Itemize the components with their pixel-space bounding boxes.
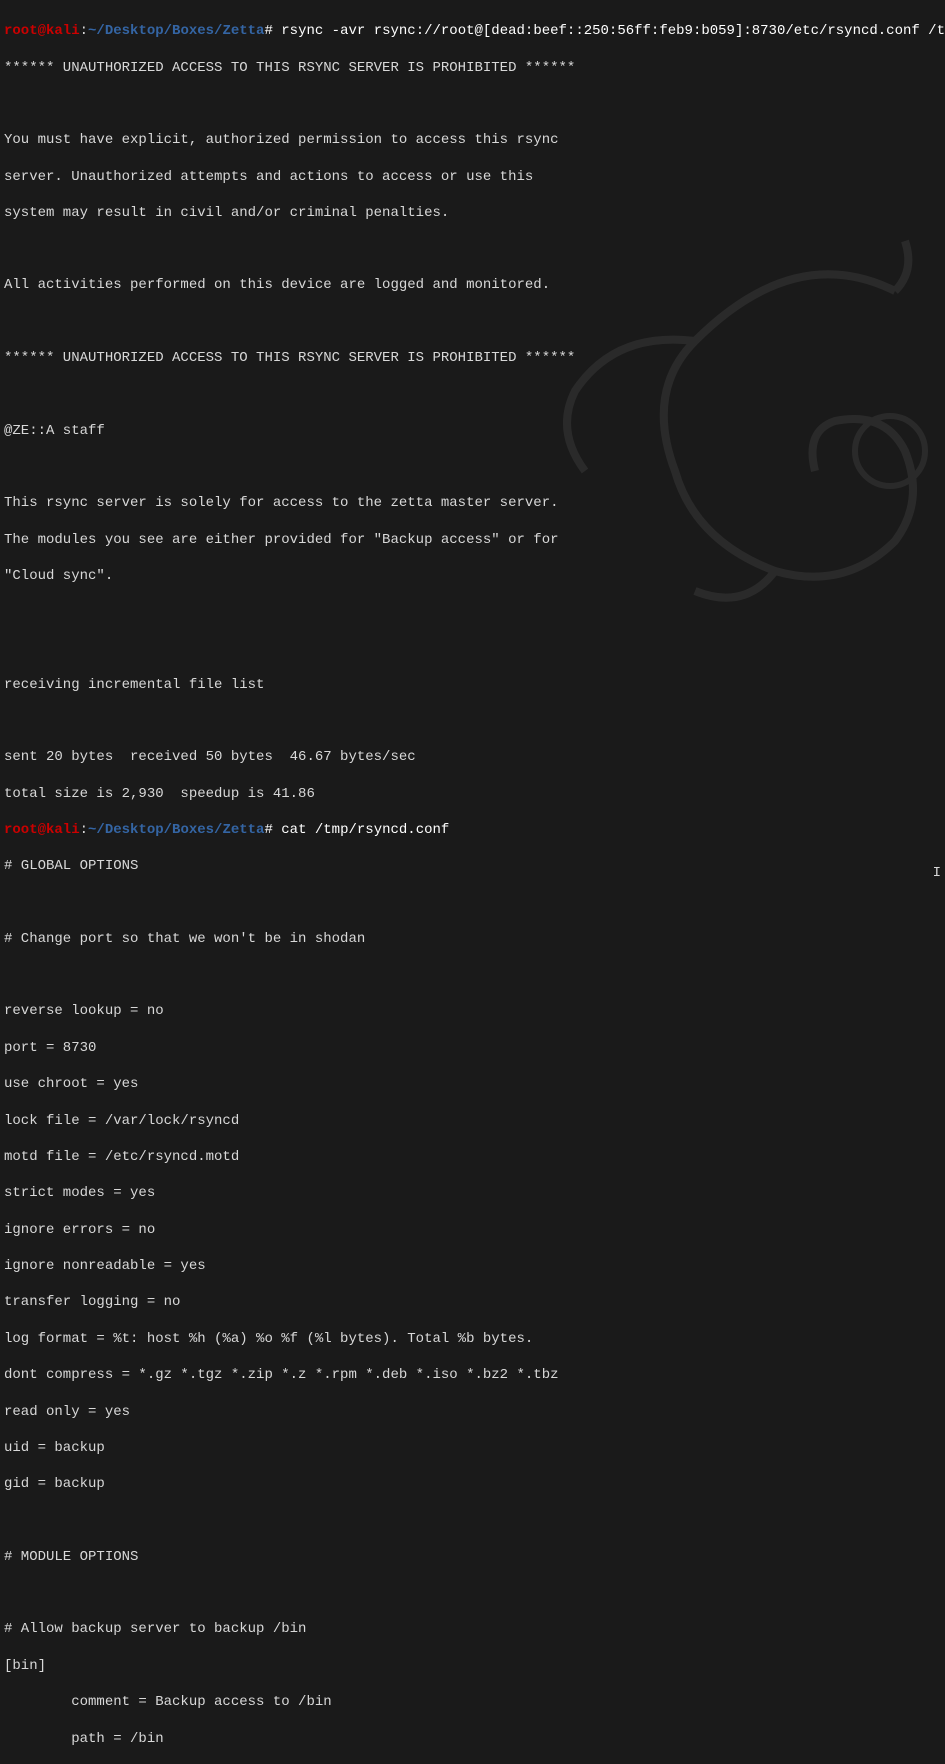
output-line: [4, 966, 941, 984]
prompt-user: root@kali: [4, 23, 80, 39]
output-line: [4, 385, 941, 403]
output-line: gid = backup: [4, 1475, 941, 1493]
output-line: This rsync server is solely for access t…: [4, 494, 941, 512]
output-line: [4, 313, 941, 331]
output-line: "Cloud sync".: [4, 567, 941, 585]
output-line: # MODULE OPTIONS: [4, 1548, 941, 1566]
output-line: [4, 1584, 941, 1602]
command-text: rsync -avr rsync://root@[dead:beef::250:…: [273, 23, 945, 39]
output-line: [4, 603, 941, 621]
prompt-separator: :: [80, 822, 88, 838]
prompt-path: ~/Desktop/Boxes/Zetta: [88, 822, 264, 838]
output-line: You must have explicit, authorized permi…: [4, 131, 941, 149]
output-line: # GLOBAL OPTIONS: [4, 857, 941, 875]
output-line: log format = %t: host %h (%a) %o %f (%l …: [4, 1330, 941, 1348]
output-line: lock file = /var/lock/rsyncd: [4, 1112, 941, 1130]
output-line: ****** UNAUTHORIZED ACCESS TO THIS RSYNC…: [4, 349, 941, 367]
output-line: The modules you see are either provided …: [4, 531, 941, 549]
prompt-line: root@kali:~/Desktop/Boxes/Zetta# rsync -…: [4, 22, 941, 40]
output-line: total size is 2,930 speedup is 41.86: [4, 785, 941, 803]
output-line: [4, 458, 941, 476]
output-line: read only = yes: [4, 1403, 941, 1421]
prompt-separator: :: [80, 23, 88, 39]
output-line: [4, 1512, 941, 1530]
output-line: @ZE::A staff: [4, 422, 941, 440]
prompt-hash: #: [264, 822, 272, 838]
output-line: reverse lookup = no: [4, 1002, 941, 1020]
output-line: # Change port so that we won't be in sho…: [4, 930, 941, 948]
output-line: [4, 95, 941, 113]
prompt-line: root@kali:~/Desktop/Boxes/Zetta# cat /tm…: [4, 821, 941, 839]
output-line: [bin]: [4, 1657, 941, 1675]
output-line: server. Unauthorized attempts and action…: [4, 168, 941, 186]
output-line: [4, 894, 941, 912]
output-line: [4, 240, 941, 258]
output-line: system may result in civil and/or crimin…: [4, 204, 941, 222]
output-line: comment = Backup access to /bin: [4, 1693, 941, 1711]
output-line: ignore errors = no: [4, 1221, 941, 1239]
output-line: motd file = /etc/rsyncd.motd: [4, 1148, 941, 1166]
output-line: uid = backup: [4, 1439, 941, 1457]
prompt-hash: #: [264, 23, 272, 39]
prompt-path: ~/Desktop/Boxes/Zetta: [88, 23, 264, 39]
output-line: dont compress = *.gz *.tgz *.zip *.z *.r…: [4, 1366, 941, 1384]
output-line: ignore nonreadable = yes: [4, 1257, 941, 1275]
output-line: port = 8730: [4, 1039, 941, 1057]
output-line: receiving incremental file list: [4, 676, 941, 694]
terminal-output[interactable]: root@kali:~/Desktop/Boxes/Zetta# rsync -…: [4, 4, 941, 1764]
prompt-user: root@kali: [4, 822, 80, 838]
output-line: All activities performed on this device …: [4, 276, 941, 294]
output-line: path = /bin: [4, 1730, 941, 1748]
command-text: cat /tmp/rsyncd.conf: [273, 822, 458, 838]
output-line: use chroot = yes: [4, 1075, 941, 1093]
output-line: transfer logging = no: [4, 1293, 941, 1311]
output-line: [4, 712, 941, 730]
output-line: ****** UNAUTHORIZED ACCESS TO THIS RSYNC…: [4, 59, 941, 77]
output-line: strict modes = yes: [4, 1184, 941, 1202]
output-line: # Allow backup server to backup /bin: [4, 1620, 941, 1638]
output-line: sent 20 bytes received 50 bytes 46.67 by…: [4, 748, 941, 766]
output-line: [4, 639, 941, 657]
